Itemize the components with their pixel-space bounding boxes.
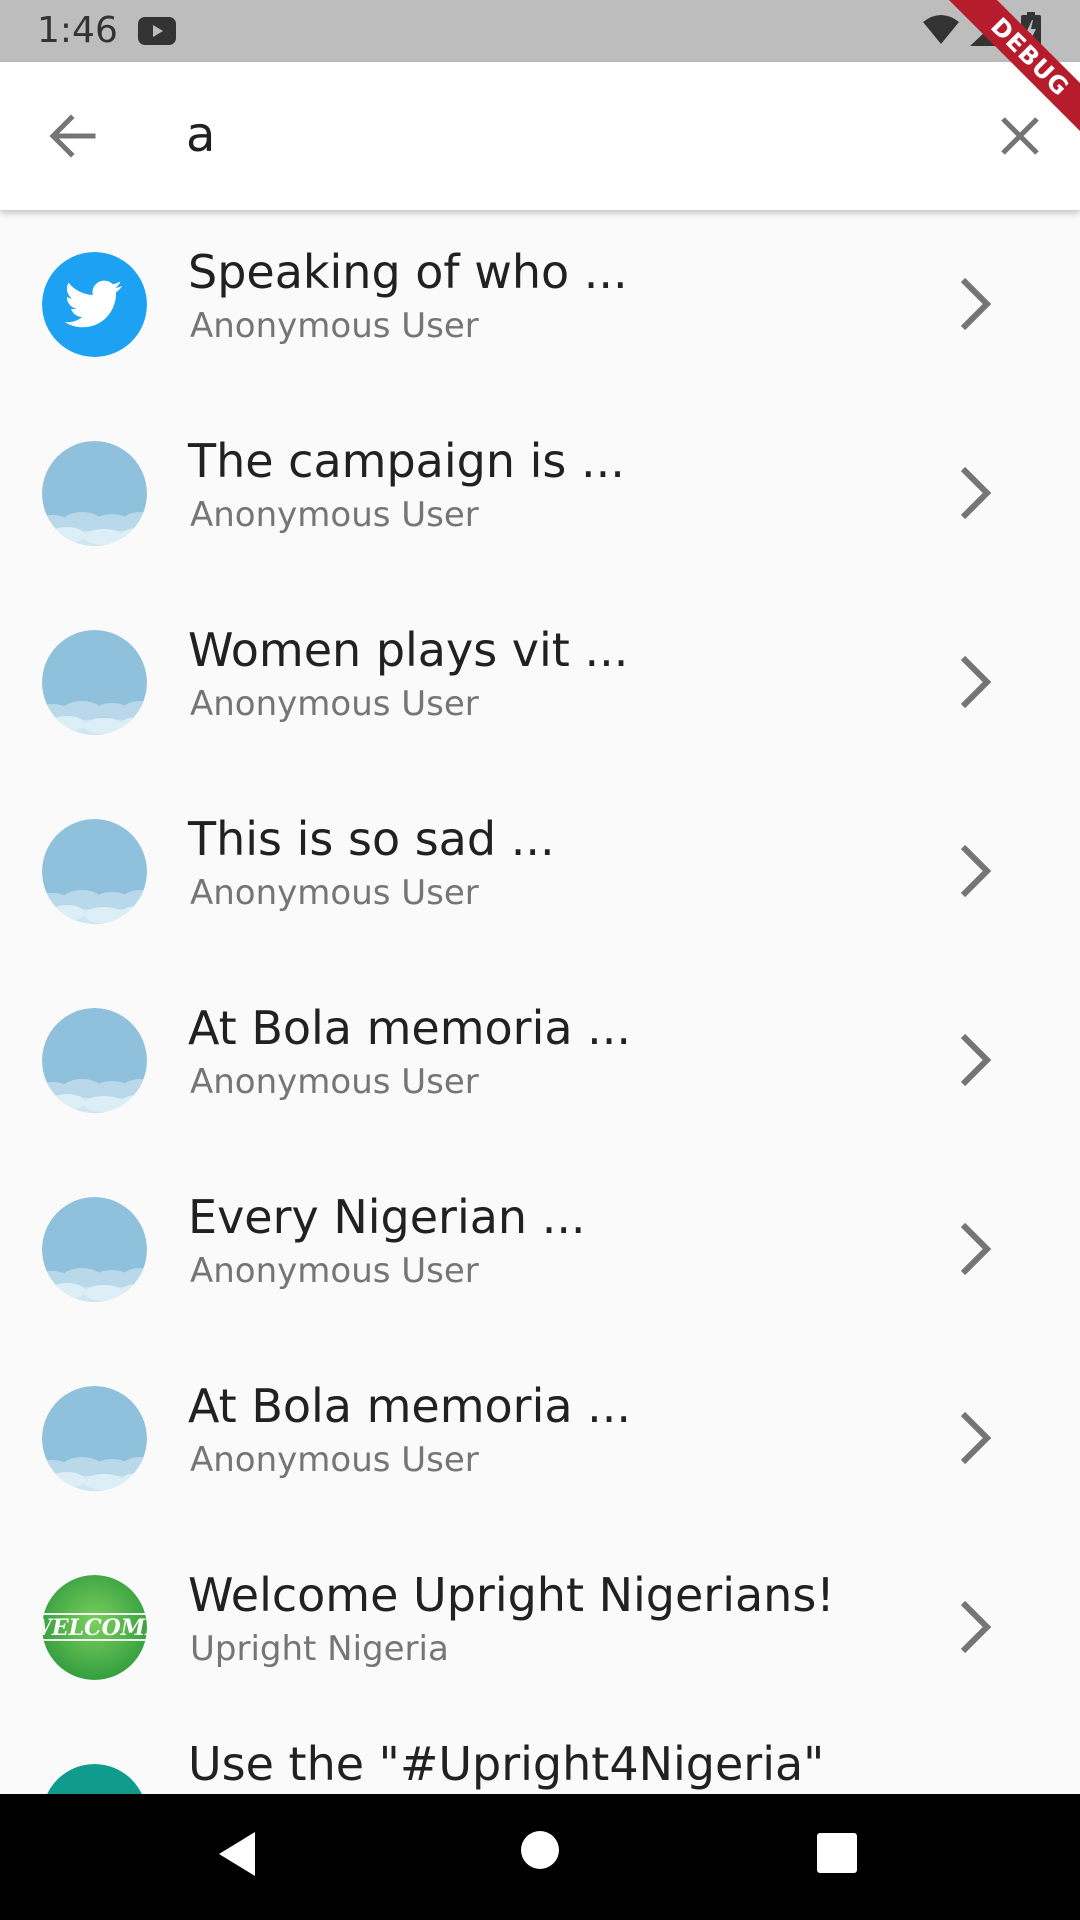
result-author: Anonymous User (190, 873, 479, 913)
result-list-item[interactable]: The campaign is ... Anonymous User (0, 399, 1080, 588)
status-time: 1:46 (37, 10, 118, 51)
result-title: Speaking of who ... (188, 245, 628, 299)
result-title: At Bola memoria ... (188, 1001, 632, 1055)
chevron-right-icon (960, 655, 992, 709)
search-app-bar (0, 62, 1080, 210)
avatar (42, 1764, 147, 1794)
avatar: WELCOME (42, 1575, 147, 1680)
wifi-icon (923, 15, 959, 44)
result-list-item[interactable]: At Bola memoria ... Anonymous User (0, 966, 1080, 1155)
screen: 1:46 DEBUG Spea (0, 0, 1080, 1920)
chevron-right-icon (960, 1411, 992, 1465)
back-button[interactable] (40, 106, 106, 166)
result-title: At Bola memoria ... (188, 1379, 632, 1433)
result-list-item[interactable]: Every Nigerian ... Anonymous User (0, 1155, 1080, 1344)
twitter-icon (42, 252, 147, 357)
chevron-right-icon (960, 1033, 992, 1087)
avatar (42, 441, 147, 546)
search-results-list: Speaking of who ... Anonymous User The cam… (0, 210, 1080, 1794)
status-bar: 1:46 (0, 0, 1080, 62)
chevron-right-icon (960, 844, 992, 898)
nav-home-icon[interactable] (520, 1830, 560, 1870)
chevron-right-icon (960, 1600, 992, 1654)
result-list-item[interactable]: Women plays vit ... Anonymous User (0, 588, 1080, 777)
avatar (42, 819, 147, 924)
result-author: Anonymous User (190, 306, 479, 346)
avatar (42, 1008, 147, 1113)
nav-recents-icon[interactable] (817, 1833, 857, 1873)
result-author: Anonymous User (190, 495, 479, 535)
avatar (42, 252, 147, 357)
result-title: Welcome Upright Nigerians! (188, 1568, 835, 1622)
teal-avatar-image (47, 1764, 142, 1794)
result-list-item[interactable]: Use the "#Upright4Nigeria" (0, 1722, 1080, 1794)
chevron-right-icon (960, 466, 992, 520)
chevron-right-icon (960, 277, 992, 331)
result-list-item[interactable]: Speaking of who ... Anonymous User (0, 210, 1080, 399)
system-nav-bar (0, 1794, 1080, 1920)
result-author: Anonymous User (190, 1440, 479, 1480)
result-title: This is so sad ... (188, 812, 555, 866)
result-author: Anonymous User (190, 1062, 479, 1102)
result-author: Anonymous User (190, 1251, 479, 1291)
result-list-item[interactable]: WELCOME Welcome Upright Nigerians! Upright… (0, 1533, 1080, 1722)
sky-avatar-image (42, 1386, 147, 1491)
sky-avatar-image (42, 630, 147, 735)
chevron-right-icon (960, 1222, 992, 1276)
clear-search-button[interactable] (990, 106, 1050, 166)
youtube-icon (138, 17, 176, 45)
result-author: Anonymous User (190, 684, 479, 724)
sky-avatar-image (42, 1008, 147, 1113)
sky-avatar-image (42, 441, 147, 546)
sky-avatar-image (42, 1197, 147, 1302)
search-input[interactable] (186, 96, 946, 174)
avatar (42, 1386, 147, 1491)
arrow-back-icon (49, 114, 96, 158)
result-title: Every Nigerian ... (188, 1190, 586, 1244)
avatar (42, 630, 147, 735)
close-icon (1001, 117, 1039, 155)
sky-avatar-image (42, 819, 147, 924)
result-list-item[interactable]: At Bola memoria ... Anonymous User (0, 1344, 1080, 1533)
result-author: Upright Nigeria (190, 1629, 449, 1669)
welcome-avatar-text: WELCOME (42, 1615, 147, 1641)
nav-back-icon[interactable] (215, 1830, 259, 1878)
result-title: The campaign is ... (188, 434, 625, 488)
result-list-item[interactable]: This is so sad ... Anonymous User (0, 777, 1080, 966)
result-title: Women plays vit ... (188, 623, 629, 677)
avatar (42, 1197, 147, 1302)
welcome-avatar-image: WELCOME (42, 1575, 147, 1680)
result-title: Use the "#Upright4Nigeria" (188, 1737, 825, 1791)
